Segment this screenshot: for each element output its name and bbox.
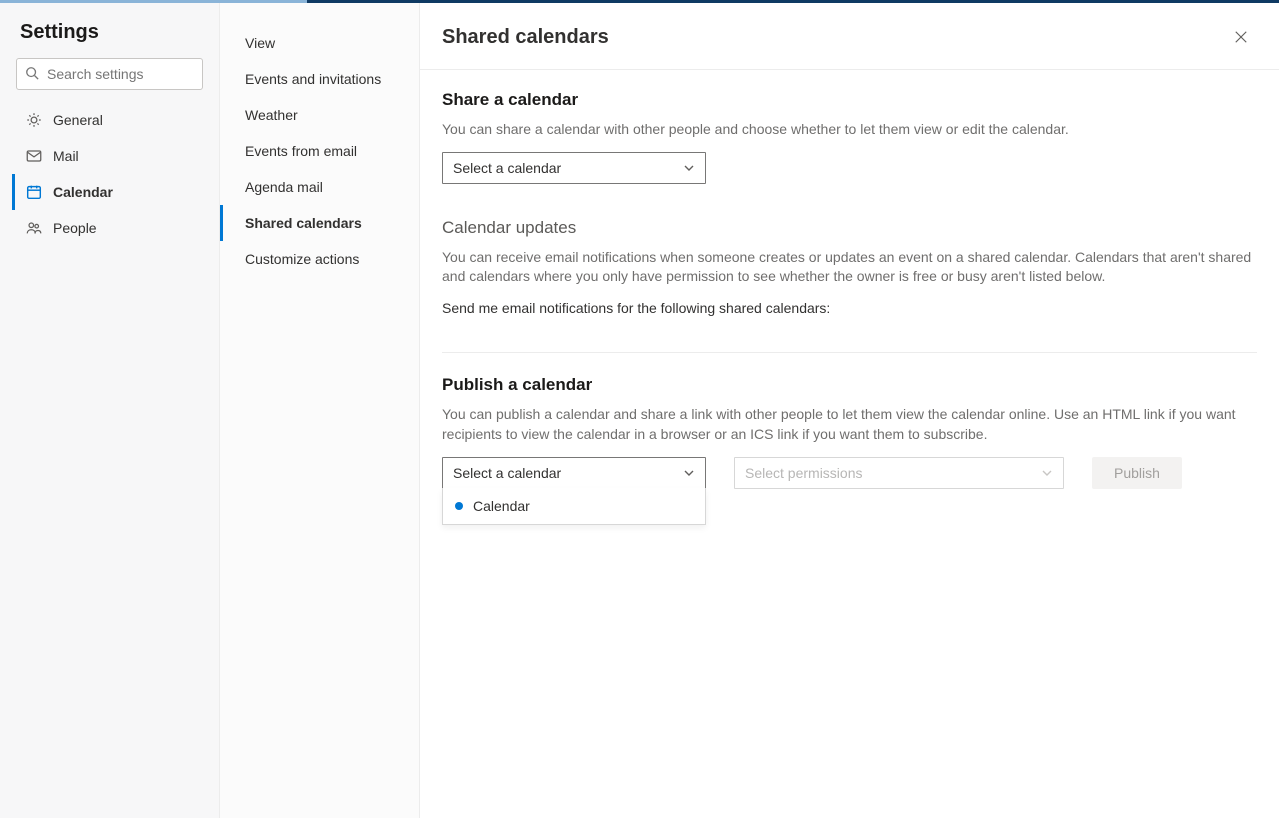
publish-button: Publish (1092, 457, 1182, 489)
settings-detail-pane: Shared calendars Share a calendar You ca… (420, 3, 1279, 818)
sidebar-item-calendar[interactable]: Calendar (12, 174, 207, 210)
publish-calendar-select[interactable]: Select a calendar Calendar (442, 457, 706, 489)
chevron-down-icon (1041, 467, 1053, 479)
chevron-down-icon (683, 467, 695, 479)
subnav-item-label: Weather (245, 107, 298, 123)
share-calendar-section: Share a calendar You can share a calenda… (442, 90, 1257, 184)
updates-prompt: Send me email notifications for the foll… (442, 299, 1257, 319)
subnav-item-label: Events and invitations (245, 71, 381, 87)
publish-description: You can publish a calendar and share a l… (442, 405, 1257, 444)
sidebar-item-label: Calendar (53, 184, 113, 200)
subnav-item-label: Customize actions (245, 251, 359, 267)
page-title: Shared calendars (442, 26, 609, 49)
subnav-item-label: Shared calendars (245, 215, 362, 231)
publish-calendar-section: Publish a calendar You can publish a cal… (442, 375, 1257, 488)
close-icon (1234, 30, 1248, 44)
share-description: You can share a calendar with other peop… (442, 120, 1257, 140)
subnav-item-events-invitations[interactable]: Events and invitations (220, 61, 419, 97)
calendar-icon (25, 183, 43, 201)
dropdown-placeholder: Select a calendar (453, 160, 561, 176)
share-heading: Share a calendar (442, 90, 1257, 110)
publish-permissions-select: Select permissions (734, 457, 1064, 489)
calendar-color-dot-icon (455, 502, 463, 510)
mail-icon (25, 147, 43, 165)
sidebar-item-label: People (53, 220, 97, 236)
chevron-down-icon (683, 162, 695, 174)
publish-calendar-dropdown-menu: Calendar (442, 488, 706, 525)
subnav-item-label: Agenda mail (245, 179, 323, 195)
people-icon (25, 219, 43, 237)
dropdown-option-label: Calendar (473, 498, 530, 514)
subnav-item-events-from-email[interactable]: Events from email (220, 133, 419, 169)
subnav-item-agenda-mail[interactable]: Agenda mail (220, 169, 419, 205)
publish-heading: Publish a calendar (442, 375, 1257, 395)
sidebar-item-general[interactable]: General (12, 102, 207, 138)
subnav-item-shared-calendars[interactable]: Shared calendars (220, 205, 419, 241)
gear-icon (25, 111, 43, 129)
subnav-item-label: Events from email (245, 143, 357, 159)
close-button[interactable] (1225, 21, 1257, 53)
sidebar-item-mail[interactable]: Mail (12, 138, 207, 174)
dropdown-placeholder: Select permissions (745, 465, 863, 481)
subnav-item-label: View (245, 35, 275, 51)
sidebar-item-label: Mail (53, 148, 79, 164)
share-calendar-select[interactable]: Select a calendar (442, 152, 706, 184)
search-icon (25, 66, 39, 80)
subnav-item-customize-actions[interactable]: Customize actions (220, 241, 419, 277)
calendar-subnav: View Events and invitations Weather Even… (220, 3, 420, 818)
updates-heading: Calendar updates (442, 218, 1257, 238)
settings-title: Settings (12, 21, 207, 58)
sidebar-item-label: General (53, 112, 103, 128)
calendar-updates-section: Calendar updates You can receive email n… (442, 218, 1257, 319)
subnav-item-view[interactable]: View (220, 25, 419, 61)
updates-description: You can receive email notifications when… (442, 248, 1257, 287)
search-settings-input[interactable] (16, 58, 203, 90)
sidebar-item-people[interactable]: People (12, 210, 207, 246)
section-divider (442, 352, 1257, 353)
dropdown-placeholder: Select a calendar (453, 465, 561, 481)
dropdown-option-calendar[interactable]: Calendar (443, 488, 705, 524)
settings-sidebar: Settings General (0, 3, 220, 818)
subnav-item-weather[interactable]: Weather (220, 97, 419, 133)
